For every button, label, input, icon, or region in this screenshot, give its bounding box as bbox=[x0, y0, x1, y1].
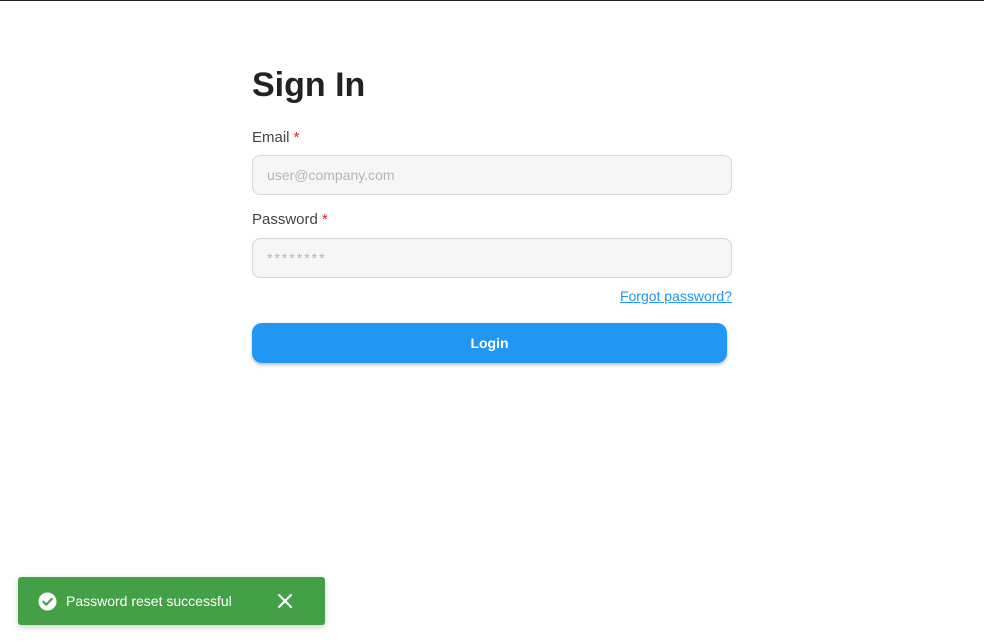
success-toast: Password reset successful bbox=[18, 577, 325, 625]
top-border bbox=[0, 0, 984, 1]
email-required-marker: * bbox=[293, 129, 300, 146]
check-circle-icon bbox=[38, 591, 57, 611]
page-title: Sign In bbox=[252, 66, 366, 104]
password-label: Password * bbox=[252, 211, 328, 229]
email-label-text: Email bbox=[252, 129, 290, 146]
sign-in-form: Sign In Email* Password* Forgot password… bbox=[252, 62, 732, 363]
forgot-password-link[interactable]: Forgot password? bbox=[620, 288, 732, 304]
close-icon[interactable] bbox=[276, 592, 294, 610]
toast-message: Password reset successful bbox=[66, 593, 232, 609]
email-field[interactable] bbox=[252, 155, 732, 195]
email-label: Email * bbox=[252, 129, 299, 147]
password-required-marker: * bbox=[321, 211, 328, 228]
password-field[interactable] bbox=[252, 238, 732, 278]
login-button[interactable]: Login bbox=[252, 323, 727, 363]
password-label-text: Password bbox=[252, 211, 318, 228]
